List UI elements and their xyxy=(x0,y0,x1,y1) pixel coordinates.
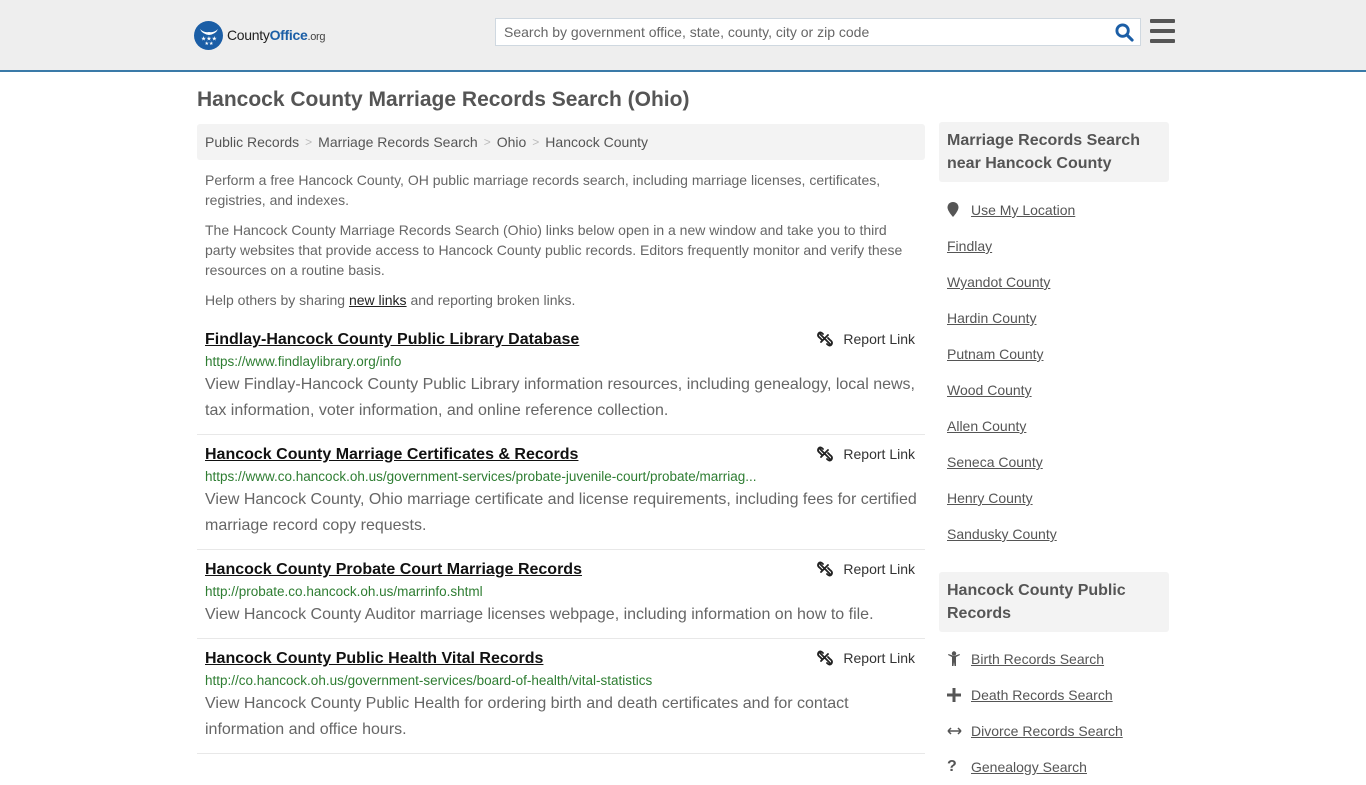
nearby-item: Findlay xyxy=(947,228,1169,264)
breadcrumb-public-records[interactable]: Public Records xyxy=(205,134,299,150)
result-item: Hancock County Public Health Vital Recor… xyxy=(197,639,925,754)
nearby-item: Seneca County xyxy=(947,444,1169,480)
nearby-item: Allen County xyxy=(947,408,1169,444)
public-records-item: Birth Records Search xyxy=(947,641,1169,677)
nearby-link-allen-county[interactable]: Allen County xyxy=(947,418,1026,434)
search-input[interactable] xyxy=(496,19,1108,45)
breadcrumb-separator: > xyxy=(483,135,491,149)
nearby-link-sandusky-county[interactable]: Sandusky County xyxy=(947,526,1057,542)
nearby-link-hardin-county[interactable]: Hardin County xyxy=(947,310,1037,326)
result-url[interactable]: http://co.hancock.oh.us/government-servi… xyxy=(205,671,785,691)
eagle-stars-logo-icon: ★★★ ★★ xyxy=(194,20,223,50)
arrows-horizontal-icon xyxy=(947,726,971,736)
result-title-link[interactable]: Hancock County Marriage Certificates & R… xyxy=(205,443,578,467)
nearby-link-findlay[interactable]: Findlay xyxy=(947,238,992,254)
broken-link-icon xyxy=(817,650,834,666)
report-link-button[interactable]: Report Link xyxy=(817,650,915,666)
nearby-heading: Marriage Records Search near Hancock Cou… xyxy=(939,122,1169,182)
broken-link-icon xyxy=(817,446,834,462)
new-links-link[interactable]: new links xyxy=(349,292,407,308)
use-my-location-link[interactable]: Use My Location xyxy=(971,202,1075,218)
nearby-item: Hardin County xyxy=(947,300,1169,336)
logo-link[interactable]: ★★★ ★★ CountyOffice.org xyxy=(194,20,326,50)
intro-paragraph-3: Help others by sharing new links and rep… xyxy=(205,292,576,308)
results-list: Findlay-Hancock County Public Library Da… xyxy=(197,320,925,754)
result-title-link[interactable]: Hancock County Public Health Vital Recor… xyxy=(205,647,543,671)
breadcrumb: Public Records > Marriage Records Search… xyxy=(197,124,925,160)
search-box xyxy=(495,18,1141,46)
cross-icon xyxy=(947,688,971,702)
use-my-location-item: Use My Location xyxy=(947,192,1169,228)
breadcrumb-ohio[interactable]: Ohio xyxy=(497,134,527,150)
svg-text:★★: ★★ xyxy=(204,41,213,46)
site-header: ★★★ ★★ CountyOffice.org xyxy=(0,0,1366,72)
result-item: Findlay-Hancock County Public Library Da… xyxy=(197,320,925,435)
breadcrumb-hancock-county[interactable]: Hancock County xyxy=(545,134,648,150)
child-icon xyxy=(947,651,971,667)
intro-paragraph-1: Perform a free Hancock County, OH public… xyxy=(205,172,881,208)
result-title-link[interactable]: Hancock County Probate Court Marriage Re… xyxy=(205,558,582,582)
hamburger-menu-icon[interactable] xyxy=(1150,19,1175,43)
result-description: View Hancock County Auditor marriage lic… xyxy=(205,606,874,623)
nearby-item: Wyandot County xyxy=(947,264,1169,300)
breadcrumb-separator: > xyxy=(532,135,540,149)
report-link-button[interactable]: Report Link xyxy=(817,331,915,347)
result-url[interactable]: https://www.findlaylibrary.org/info xyxy=(205,352,785,372)
breadcrumb-marriage-records-search[interactable]: Marriage Records Search xyxy=(318,134,478,150)
breadcrumb-separator: > xyxy=(305,135,313,149)
nearby-link-henry-county[interactable]: Henry County xyxy=(947,490,1033,506)
result-description: View Findlay-Hancock County Public Libra… xyxy=(205,376,915,419)
intro-paragraph-2: The Hancock County Marriage Records Sear… xyxy=(205,222,903,278)
public-records-list: Birth Records Search Death Records Searc… xyxy=(947,641,1169,785)
divorce-records-search-link[interactable]: Divorce Records Search xyxy=(971,723,1123,739)
nearby-link-seneca-county[interactable]: Seneca County xyxy=(947,454,1043,470)
nearby-link-wood-county[interactable]: Wood County xyxy=(947,382,1032,398)
question-icon: ? xyxy=(947,758,957,775)
death-records-search-link[interactable]: Death Records Search xyxy=(971,687,1113,703)
genealogy-search-link[interactable]: Genealogy Search xyxy=(971,759,1087,775)
report-link-button[interactable]: Report Link xyxy=(817,446,915,462)
nearby-list: Use My Location Findlay Wyandot County H… xyxy=(947,192,1169,552)
search-button[interactable] xyxy=(1108,19,1140,45)
public-records-item: Death Records Search xyxy=(947,677,1169,713)
nearby-item: Putnam County xyxy=(947,336,1169,372)
broken-link-icon xyxy=(817,561,834,577)
report-link-button[interactable]: Report Link xyxy=(817,561,915,577)
map-marker-icon xyxy=(947,202,971,218)
logo-text: CountyOffice.org xyxy=(227,27,326,43)
result-description: View Hancock County Public Health for or… xyxy=(205,695,849,738)
result-url[interactable]: http://probate.co.hancock.oh.us/marrinfo… xyxy=(205,582,785,602)
page-title: Hancock County Marriage Records Search (… xyxy=(197,88,690,111)
result-title-link[interactable]: Findlay-Hancock County Public Library Da… xyxy=(205,328,579,352)
public-records-heading: Hancock County Public Records xyxy=(939,572,1169,632)
nearby-item: Wood County xyxy=(947,372,1169,408)
nearby-item: Sandusky County xyxy=(947,516,1169,552)
intro-text: Perform a free Hancock County, OH public… xyxy=(205,170,920,320)
result-item: Hancock County Marriage Certificates & R… xyxy=(197,435,925,550)
nearby-link-wyandot-county[interactable]: Wyandot County xyxy=(947,274,1050,290)
result-url[interactable]: https://www.co.hancock.oh.us/government-… xyxy=(205,467,785,487)
broken-link-icon xyxy=(817,331,834,347)
public-records-item: Divorce Records Search xyxy=(947,713,1169,749)
public-records-item: ? Genealogy Search xyxy=(947,749,1169,785)
birth-records-search-link[interactable]: Birth Records Search xyxy=(971,651,1104,667)
search-icon xyxy=(1114,22,1134,42)
result-item: Hancock County Probate Court Marriage Re… xyxy=(197,550,925,639)
nearby-item: Henry County xyxy=(947,480,1169,516)
nearby-link-putnam-county[interactable]: Putnam County xyxy=(947,346,1044,362)
result-description: View Hancock County, Ohio marriage certi… xyxy=(205,491,917,534)
